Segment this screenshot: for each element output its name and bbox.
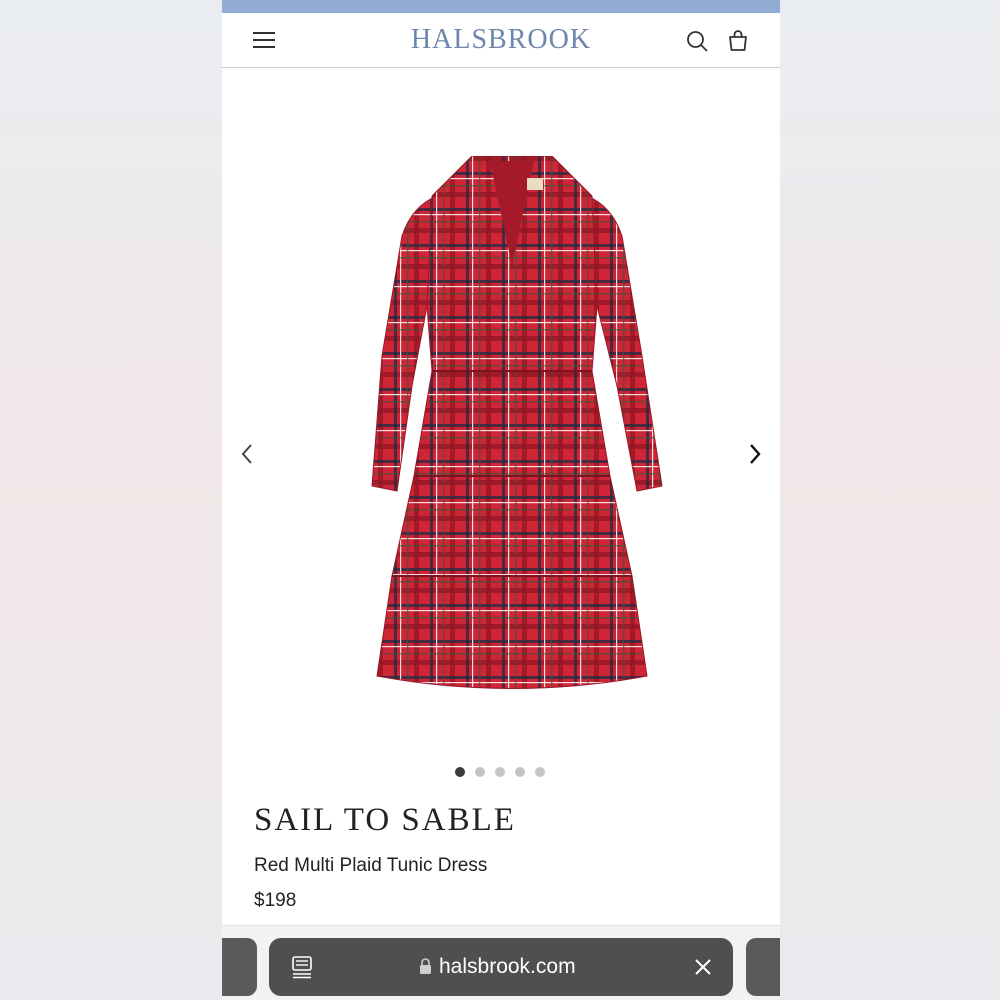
product-image-dress	[371, 156, 663, 689]
gallery-dot[interactable]	[455, 767, 465, 777]
gallery-dot[interactable]	[475, 767, 485, 777]
next-image-arrow-icon[interactable]	[744, 443, 764, 465]
product-brand[interactable]: SAIL TO SABLE	[254, 802, 516, 839]
previous-image-arrow-icon[interactable]	[238, 443, 258, 465]
product-name: Red Multi Plaid Tunic Dress	[254, 855, 488, 876]
browser-bottom-bar: halsbrook.com	[222, 925, 780, 1000]
site-header: HALSBROOK	[222, 13, 780, 68]
close-icon[interactable]	[693, 957, 713, 977]
gallery-dot[interactable]	[515, 767, 525, 777]
product-image-gallery[interactable]	[222, 68, 780, 768]
search-icon[interactable]	[686, 30, 708, 52]
gallery-pagination-dots	[455, 767, 545, 777]
background-blur-right	[780, 0, 1000, 1000]
next-tab-preview[interactable]	[746, 938, 780, 996]
address-bar[interactable]: halsbrook.com	[269, 938, 733, 996]
background-blur-left	[0, 0, 222, 1000]
lock-icon	[420, 958, 431, 974]
status-strip	[222, 0, 780, 13]
gallery-dot[interactable]	[535, 767, 545, 777]
phone-screen: HALSBROOK SAIL TO SABLE Red Multi Plaid …	[222, 0, 780, 1000]
shopping-bag-icon[interactable]	[727, 29, 749, 52]
product-price: $198	[254, 890, 297, 911]
previous-tab-preview[interactable]	[222, 938, 257, 996]
reader-mode-icon[interactable]	[291, 955, 313, 979]
gallery-dot[interactable]	[495, 767, 505, 777]
url-text[interactable]: halsbrook.com	[439, 955, 576, 979]
